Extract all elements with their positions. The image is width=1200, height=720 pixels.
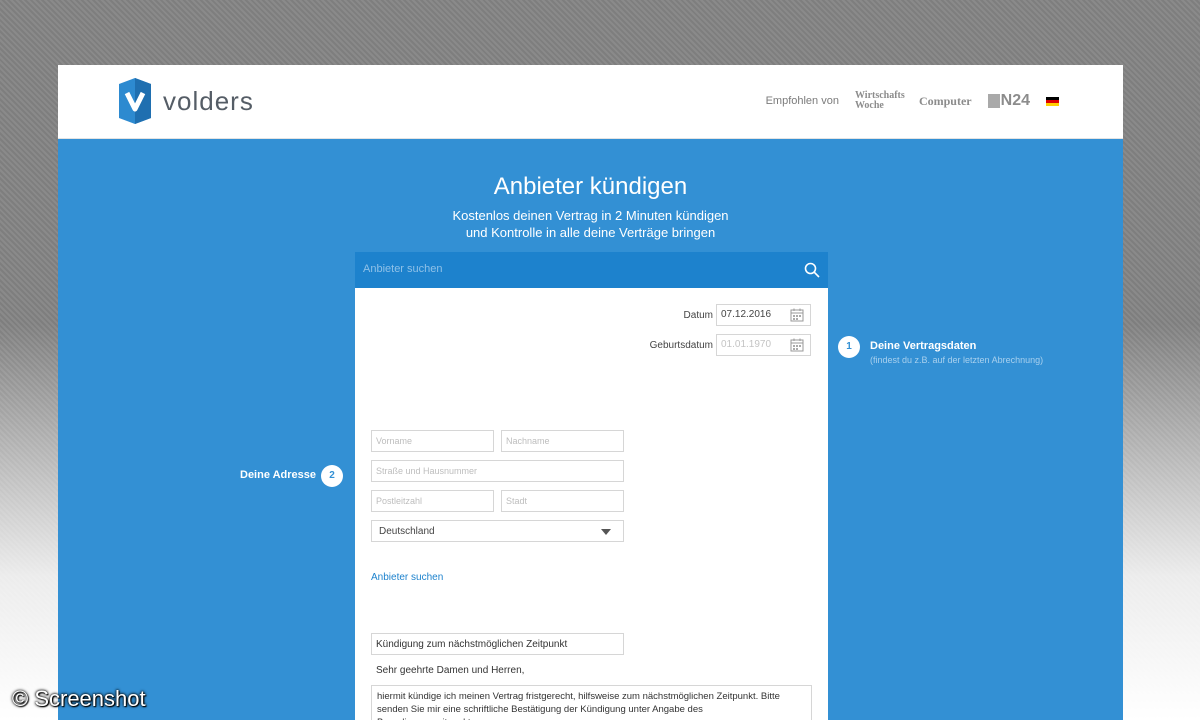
country-select[interactable]: Deutschland [371,520,624,542]
date-label: Datum [683,310,713,321]
birthdate-field[interactable]: 01.01.1970 [716,334,811,356]
volders-logo-icon [119,78,151,124]
birthdate-placeholder: 01.01.1970 [721,339,772,350]
volders-logo[interactable]: volders [119,78,254,124]
search-input[interactable]: Anbieter suchen [363,263,443,275]
city-input[interactable]: Stadt [501,490,624,512]
step-1-hint: (findest du z.B. auf der letzten Abrechn… [870,355,1044,365]
firstname-placeholder: Vorname [376,436,413,446]
street-input[interactable]: Straße und Hausnummer [371,460,624,482]
press-logo-computer: Computer [918,93,972,108]
provider-search-bar[interactable]: Anbieter suchen [355,252,828,288]
letter-body-textarea[interactable]: hiermit kündige ich meinen Vertrag frist… [371,685,812,720]
city-placeholder: Stadt [506,496,528,506]
n24-text: N24 [1000,92,1030,109]
website: volders Empfohlen von Wirtschafts Woche … [58,65,1123,720]
search-icon[interactable] [804,262,820,278]
country-value: Deutschland [379,526,435,537]
subtitle-line-2: und Kontrolle in alle deine Verträge bri… [465,225,716,240]
step-2-badge: 2 [321,465,343,487]
birthdate-label: Geburtsdatum [649,340,713,351]
lastname-placeholder: Nachname [506,436,550,446]
subtitle-line-1: Kostenlos deinen Vertrag in 2 Minuten kü… [452,208,729,223]
lastname-input[interactable]: Nachname [501,430,624,452]
subject-value: Kündigung zum nächstmöglichen Zeitpunkt [376,639,568,650]
zip-input[interactable]: Postleitzahl [371,490,494,512]
press-recommendations: Empfohlen von Wirtschafts Woche Computer… [766,91,1059,111]
step-1-title: Deine Vertragsdaten [870,340,977,352]
chevron-down-icon [601,529,611,535]
german-flag-icon[interactable] [1046,96,1059,106]
brand-name: volders [163,85,254,116]
step-2-title: Deine Adresse [240,469,317,481]
date-field[interactable]: 07.12.2016 [716,304,811,326]
screenshot-watermark: © Screenshot [12,686,146,711]
press-logo-n24: N24 [987,92,1030,110]
hero-section: Anbieter kündigen Kostenlos deinen Vertr… [58,139,1123,720]
calendar-icon[interactable] [790,338,804,352]
letter-body: hiermit kündige ich meinen Vertrag frist… [377,691,780,720]
firstname-input[interactable]: Vorname [371,430,494,452]
street-placeholder: Straße und Hausnummer [376,466,478,476]
page-title: Anbieter kündigen [493,173,688,200]
cancellation-form: Anbieter suchen Datum 07.12.2016 Geburts… [355,252,828,720]
site-header: volders Empfohlen von Wirtschafts Woche … [58,65,1123,139]
calendar-icon[interactable] [790,308,804,322]
zip-placeholder: Postleitzahl [376,496,423,506]
recommended-label: Empfohlen von [765,95,839,107]
step-1-badge: 1 [838,336,860,358]
press-logo-wiwo: Wirtschafts Woche [854,90,905,111]
provider-search-link[interactable]: Anbieter suchen [371,572,443,583]
letter-salutation: Sehr geehrte Damen und Herren, [376,665,525,676]
subject-input[interactable]: Kündigung zum nächstmöglichen Zeitpunkt [371,633,624,655]
date-value: 07.12.2016 [721,309,772,320]
page-subtitle: Kostenlos deinen Vertrag in 2 Minuten kü… [58,207,1123,241]
